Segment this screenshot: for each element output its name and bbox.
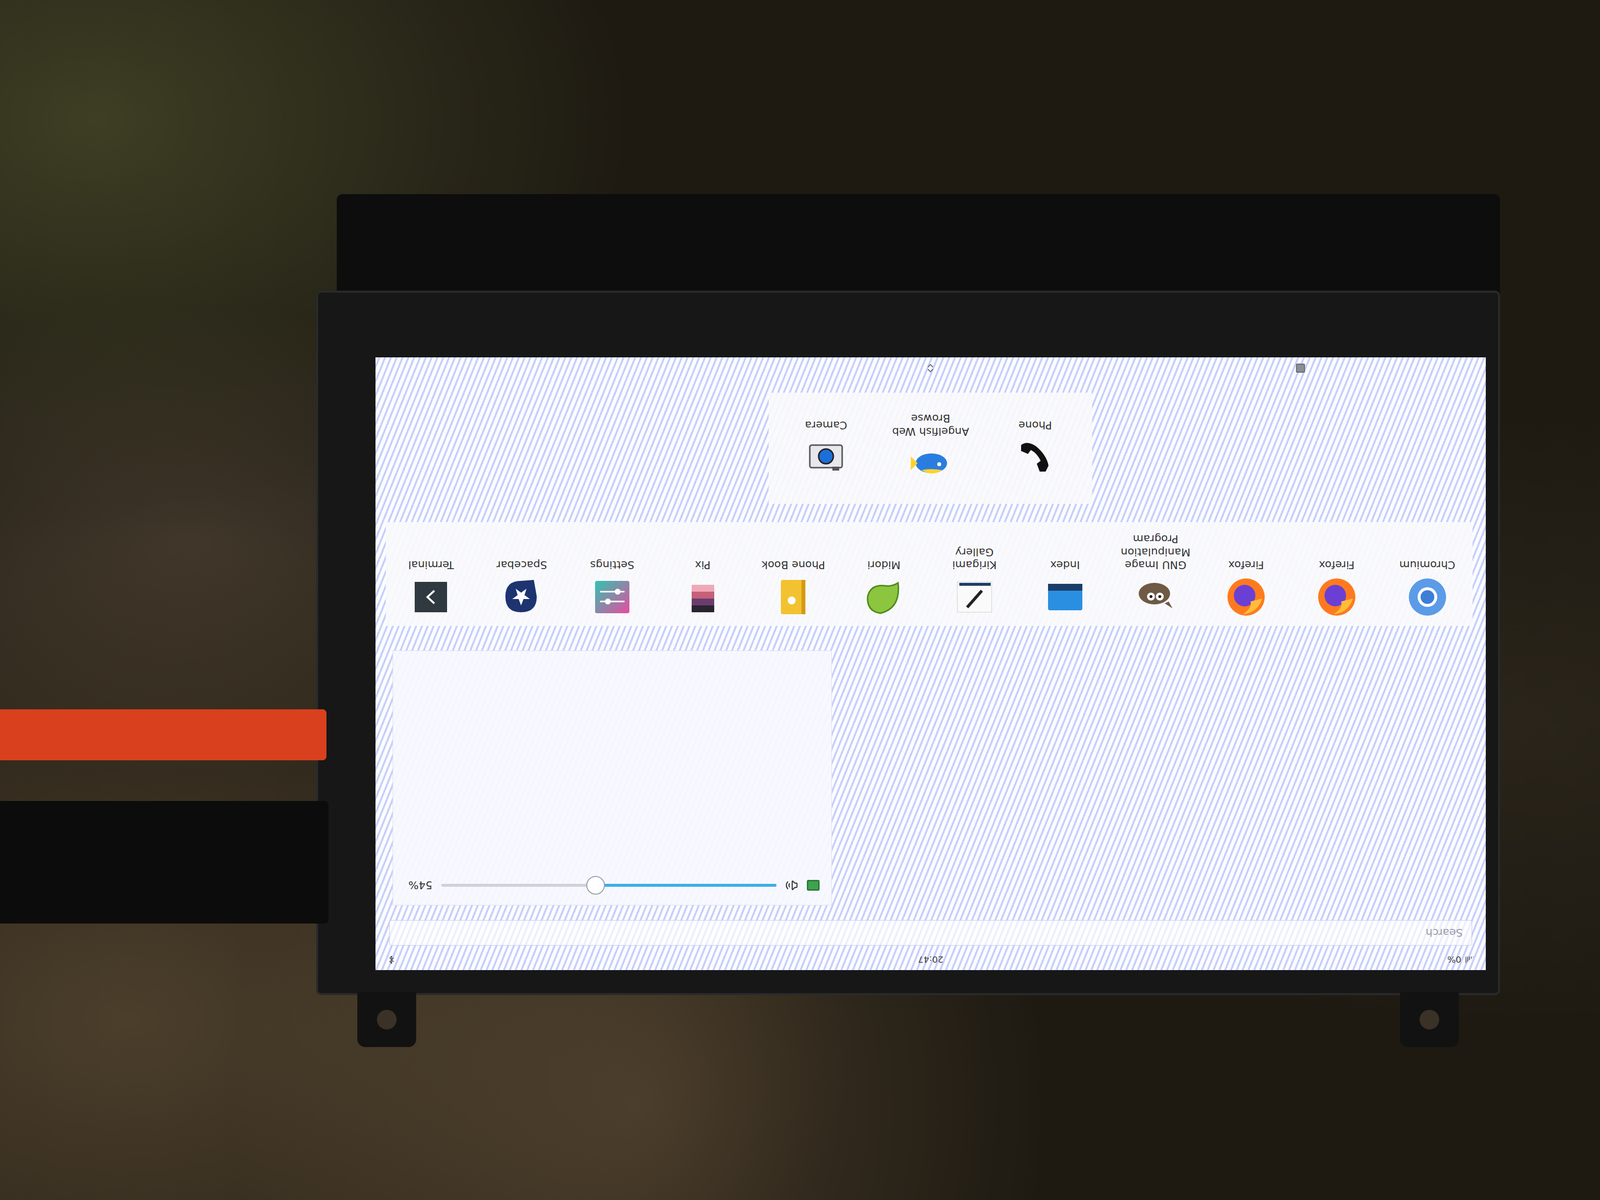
drawer-toggle-icon[interactable]	[925, 362, 937, 374]
midori-icon	[862, 575, 905, 619]
volume-fill	[595, 883, 777, 887]
speaker-icon[interactable]	[785, 878, 799, 892]
app-launcher[interactable]: Settings	[567, 529, 658, 619]
terminal-icon	[409, 575, 452, 619]
mount-ear	[1400, 992, 1459, 1048]
volume-row: 54%	[404, 874, 820, 897]
app-label: Settings	[590, 558, 635, 572]
app-launcher[interactable]: Firefox	[1200, 529, 1292, 619]
volume-knob[interactable]	[586, 875, 605, 895]
firefox-icon	[1315, 575, 1358, 619]
audio-device-icon	[806, 879, 820, 891]
app-launcher[interactable]: GNU Image Manipulation Program	[1110, 529, 1201, 619]
clock-text: 20:47	[918, 954, 944, 966]
pix-icon	[681, 575, 725, 619]
chromium-icon	[1406, 575, 1449, 619]
gimp-icon	[1134, 575, 1177, 619]
app-launcher[interactable]: Midori	[838, 529, 930, 619]
camera-icon	[804, 436, 848, 479]
app-label: Index	[1050, 558, 1080, 572]
volume-reading: 54%	[404, 879, 433, 892]
app-launcher[interactable]: Firefox	[1291, 529, 1383, 619]
mount-ear	[357, 992, 417, 1048]
app-launcher[interactable]: Kirigami Gallery	[929, 529, 1021, 619]
battery-text: 0%	[1447, 954, 1462, 966]
photo-scene: 0% 20:47 54% Chromium Firefox Firefox GNU Imag…	[0, 0, 1600, 1200]
red-cable	[0, 709, 327, 761]
app-label: Firefox	[1228, 558, 1265, 572]
app-label: Firefox	[1318, 558, 1355, 572]
favorite-app[interactable]: Camera	[774, 418, 879, 478]
favorite-app[interactable]: Phone	[982, 418, 1088, 478]
app-label: Spacebar	[496, 558, 548, 572]
app-launcher[interactable]: Chromium	[1381, 529, 1473, 619]
app-label: Camera	[804, 418, 848, 431]
kirigami-icon	[953, 575, 996, 619]
angelfish-icon	[909, 442, 952, 485]
app-label: Midori	[867, 558, 901, 572]
app-label: Phone	[1018, 418, 1052, 431]
status-bar: 0% 20:47	[375, 949, 1486, 971]
navigation-bar	[375, 357, 1486, 379]
bluetooth-icon	[387, 955, 397, 965]
black-cable	[0, 800, 329, 924]
app-label: Kirigami Gallery	[932, 545, 1018, 572]
spacebar-icon	[500, 575, 543, 619]
phone-book-icon	[772, 575, 815, 619]
app-label: Pix	[695, 558, 711, 572]
phone-icon	[1014, 436, 1057, 479]
app-drawer: Chromium Firefox Firefox GNU Image Manipula…	[385, 522, 1473, 626]
app-launcher[interactable]: Phone Book	[748, 529, 839, 619]
firefox-icon	[1225, 575, 1268, 619]
search-field[interactable]	[389, 920, 1473, 946]
quick-settings-panel: 54%	[392, 650, 832, 906]
app-launcher[interactable]: Pix	[657, 529, 749, 619]
app-launcher[interactable]: Index	[1019, 529, 1111, 619]
favorite-app[interactable]: Angelfish Web Browse	[878, 411, 983, 485]
app-label: Angelfish Web Browse	[881, 411, 980, 438]
task-switcher-icon[interactable]	[1295, 362, 1307, 374]
signal-icon	[1465, 955, 1475, 965]
index-icon	[1044, 575, 1087, 619]
display-device: 0% 20:47 54% Chromium Firefox Firefox GNU Imag…	[316, 290, 1500, 996]
app-launcher[interactable]: Terminal	[385, 529, 477, 619]
app-label: GNU Image Manipulation Program	[1113, 532, 1199, 572]
mount-bracket	[336, 194, 1500, 307]
app-label: Phone Book	[761, 558, 825, 572]
volume-slider[interactable]	[441, 883, 777, 887]
screen: 0% 20:47 54% Chromium Firefox Firefox GNU Imag…	[375, 357, 1486, 971]
app-label: Terminal	[408, 558, 454, 572]
app-label: Chromium	[1399, 558, 1456, 572]
favorites-bar: Phone Angelfish Web Browse Camera	[769, 392, 1093, 504]
app-launcher[interactable]: Spacebar	[476, 529, 568, 619]
settings-icon	[591, 575, 634, 619]
